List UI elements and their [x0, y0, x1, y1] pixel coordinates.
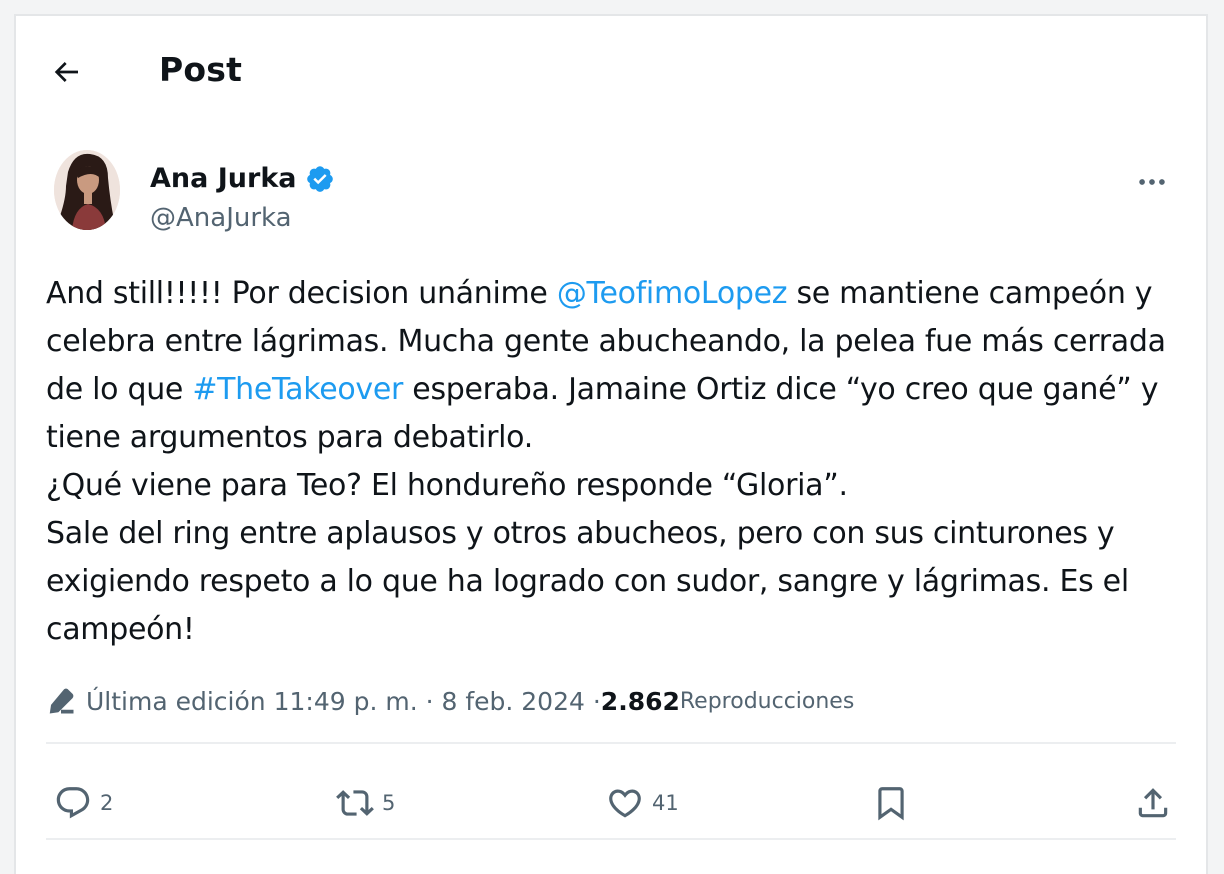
action-bar: 2 5 41 [46, 768, 1176, 840]
heart-icon [609, 789, 641, 818]
post-card: Post Ana Jurka @AnaJurka And still!!!!! … [14, 14, 1208, 874]
repost-count: 5 [382, 791, 396, 815]
page-title: Post [159, 50, 243, 89]
share-button[interactable] [1134, 784, 1172, 822]
edited-timestamp[interactable]: Última edición 11:49 p. m. · 8 feb. 2024… [86, 687, 601, 716]
verified-badge-icon [306, 165, 333, 192]
post-text-segment: And still!!!!! Por decision unánime [46, 276, 557, 311]
avatar[interactable] [54, 150, 120, 230]
post-text: And still!!!!! Por decision unánime @Teo… [46, 270, 1186, 654]
hashtag-link[interactable]: #TheTakeover [192, 372, 403, 407]
post-paragraph-2: ¿Qué viene para Teo? El hondureño respon… [46, 468, 848, 503]
repost-icon [336, 790, 374, 816]
share-icon [1138, 788, 1168, 818]
mention-link[interactable]: @TeofimoLopez [557, 276, 788, 311]
arrow-left-icon [54, 62, 78, 82]
edit-pencil-icon [49, 688, 74, 714]
author-handle[interactable]: @AnaJurka [150, 203, 292, 233]
author-name[interactable]: Ana Jurka [150, 163, 335, 194]
post-paragraph-1: And still!!!!! Por decision unánime @Teo… [46, 270, 1186, 462]
like-button[interactable]: 41 [606, 784, 679, 822]
more-options-button[interactable] [1132, 162, 1172, 202]
repost-button[interactable]: 5 [336, 784, 395, 822]
post-meta: Última edición 11:49 p. m. · 8 feb. 2024… [46, 686, 854, 716]
author-name-text[interactable]: Ana Jurka [150, 163, 297, 194]
back-button[interactable] [46, 52, 86, 92]
more-dots-icon [1139, 179, 1165, 185]
post-paragraph-3: Sale del ring entre aplausos y otros abu… [46, 516, 1129, 647]
views-label: Reproducciones [679, 688, 855, 714]
reply-icon [56, 787, 90, 819]
bookmark-icon [878, 787, 904, 821]
divider [46, 838, 1176, 840]
post-header: Post [16, 16, 1206, 126]
views-count: 2.862 [600, 686, 680, 716]
reply-count: 2 [100, 791, 114, 815]
bookmark-button[interactable] [872, 784, 910, 822]
reply-button[interactable]: 2 [54, 784, 113, 822]
divider [46, 742, 1176, 744]
like-count: 41 [652, 791, 679, 815]
